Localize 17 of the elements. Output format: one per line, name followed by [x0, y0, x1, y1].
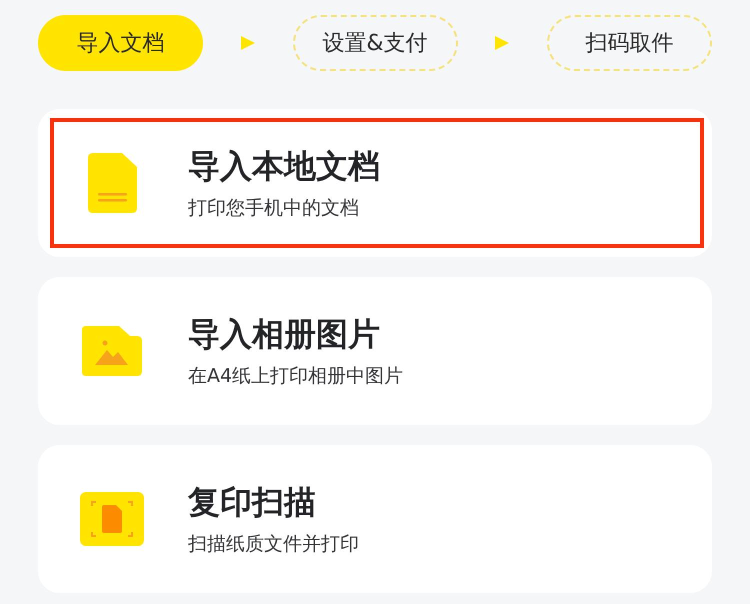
card-subtitle: 在A4纸上打印相册中图片	[188, 364, 404, 388]
triangle-arrow-icon	[494, 35, 510, 51]
card-title: 复印扫描	[188, 482, 317, 522]
card-title: 导入相册图片	[188, 314, 381, 354]
card-title: 导入本地文档	[188, 146, 380, 186]
step-pill: 设置&支付	[292, 15, 458, 71]
card-subtitle: 扫描纸质文件并打印	[188, 532, 359, 556]
option-card[interactable]: 复印扫描 扫描纸质文件并打印	[38, 445, 712, 593]
triangle-arrow-icon	[240, 35, 256, 51]
step-pill: 导入文档	[38, 15, 203, 71]
image-icon	[82, 326, 142, 376]
card-subtitle: 打印您手机中的文档	[188, 196, 360, 220]
scan-document-icon	[80, 492, 144, 546]
document-icon	[88, 153, 136, 213]
step-pill: 扫码取件	[547, 15, 712, 71]
option-card[interactable]: 导入相册图片 在A4纸上打印相册中图片	[38, 277, 712, 425]
option-card[interactable]: 导入本地文档 打印您手机中的文档	[38, 109, 712, 257]
